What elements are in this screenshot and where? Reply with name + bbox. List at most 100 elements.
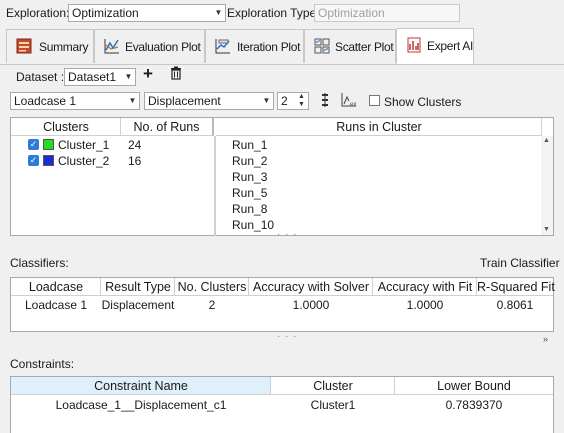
checkbox-checked-icon[interactable]: ✓ — [28, 139, 39, 150]
dataset-select[interactable]: Dataset1 ▼ — [64, 68, 136, 86]
list-item[interactable]: Run_5 — [232, 186, 267, 200]
list-item[interactable]: Run_3 — [232, 170, 267, 184]
color-swatch — [43, 139, 54, 150]
constraints-label: Constraints: — [10, 357, 75, 371]
classifier-col-header[interactable]: Accuracy with Solver — [249, 278, 373, 296]
tab-scatter-plot[interactable]: Scatter Plot — [304, 29, 396, 63]
classifiers-label: Classifiers: — [10, 256, 69, 270]
constraint-name-header[interactable]: Constraint Name — [11, 377, 271, 395]
delete-dataset-button[interactable] — [170, 66, 182, 83]
summary-icon — [16, 38, 32, 54]
runs-in-cluster-header[interactable]: Runs in Cluster — [216, 118, 542, 136]
cluster-name: Cluster_1 — [58, 138, 110, 152]
list-item[interactable]: Run_10 — [232, 218, 274, 232]
classifier-col-header[interactable]: Accuracy with Fit — [373, 278, 477, 296]
chart-analyze-icon: ex — [341, 93, 356, 108]
tab-summary[interactable]: Summary — [6, 29, 94, 63]
exploration-select[interactable]: Optimization ▼ — [68, 4, 226, 22]
list-item[interactable]: Run_2 — [232, 154, 267, 168]
loadcase-value: Loadcase 1 — [14, 94, 77, 108]
tab-evaluation-plot-label: Evaluation Plot — [125, 40, 201, 54]
table-cell: Loadcase 1 — [24, 298, 88, 312]
tab-evaluation-plot[interactable]: Evaluation Plot — [94, 29, 205, 63]
analyze-button[interactable]: ex — [340, 92, 357, 111]
clusters-column-header[interactable]: Clusters — [11, 118, 121, 136]
cluster-runs: 24 — [128, 138, 142, 152]
chevron-down-icon: ▼ — [124, 72, 133, 81]
classifier-col-header[interactable]: R-Squared Fit — [477, 278, 555, 296]
table-row[interactable]: Loadcase_1__Displacement_c1 Cluster1 0.7… — [11, 397, 553, 413]
dataset-value: Dataset1 — [68, 70, 117, 84]
table-cell: 2 — [208, 298, 216, 312]
result-type-select[interactable]: Displacement ▼ — [144, 92, 274, 110]
tab-scatter-plot-label: Scatter Plot — [335, 40, 394, 54]
train-classifier-button[interactable]: Train Classifier — [480, 256, 560, 270]
list-item[interactable]: Run_1 — [232, 138, 267, 152]
color-swatch — [43, 155, 54, 166]
show-clusters-checkbox[interactable] — [369, 95, 380, 106]
checkbox-checked-icon[interactable]: ✓ — [28, 155, 39, 166]
tab-summary-label: Summary — [39, 40, 89, 54]
header-label: Constraint Name — [94, 379, 188, 393]
exploration-type-label: Exploration Type: — [227, 6, 320, 20]
chevron-down-icon: ▼ — [214, 8, 223, 17]
classifiers-table: Loadcase Result Type No. Clusters Accura… — [10, 277, 555, 332]
loadcase-select[interactable]: Loadcase 1 ▼ — [10, 92, 140, 110]
table-cell: Displacement — [101, 298, 175, 312]
show-clusters-label: Show Clusters — [384, 95, 462, 109]
list-item[interactable]: Run_8 — [232, 202, 267, 216]
clusters-panel: Clusters No. of Runs Runs in Cluster ✓ C… — [10, 117, 554, 236]
table-cell: 1.0000 — [292, 298, 330, 312]
splitter-handle-icon[interactable]: · · · — [277, 331, 298, 342]
runs-scrollbar[interactable]: ▲ ▼ — [541, 136, 553, 235]
table-row[interactable]: ✓ Cluster_2 16 — [11, 153, 214, 169]
runs-count-column-header[interactable]: No. of Runs — [121, 118, 214, 136]
chevron-down-icon: ▼ — [262, 96, 271, 105]
list-options-icon — [322, 93, 328, 107]
result-type-value: Displacement — [148, 94, 221, 108]
classifier-col-header[interactable]: Loadcase — [11, 278, 101, 296]
trash-icon — [171, 66, 181, 80]
svg-text:ex: ex — [350, 102, 356, 108]
scroll-up-icon[interactable]: ▲ — [543, 137, 550, 144]
constraint-lower-bound-header[interactable]: Lower Bound — [395, 377, 553, 395]
table-cell: Cluster1 — [310, 398, 356, 412]
tab-iteration-plot-label: Iteration Plot — [237, 40, 301, 54]
table-cell: Loadcase_1__Displacement_c1 — [55, 398, 227, 412]
tab-expert-ai[interactable]: Expert AI — [396, 28, 474, 64]
runs-in-cluster-header-label: Runs in Cluster — [336, 120, 422, 134]
scroll-down-icon[interactable]: ▼ — [543, 226, 550, 233]
table-cell: 0.7839370 — [445, 398, 503, 412]
header-label: Result Type — [105, 280, 171, 294]
cluster-options-button[interactable] — [321, 93, 329, 110]
expert-ai-icon — [407, 37, 421, 53]
cluster-runs: 16 — [128, 154, 142, 168]
classifier-col-header[interactable]: No. Clusters — [175, 278, 249, 296]
classifier-col-header[interactable]: Result Type — [101, 278, 175, 296]
stepper-arrows-icon[interactable]: ▲ ▼ — [295, 93, 308, 109]
clusters-count-stepper[interactable]: 2 ▲ ▼ — [277, 92, 309, 110]
splitter-handle-icon[interactable]: · · · — [277, 229, 298, 240]
exploration-value: Optimization — [72, 6, 139, 20]
exploration-label: Exploration: — [6, 6, 70, 20]
runs-count-header-label: No. of Runs — [133, 120, 200, 134]
tab-iteration-plot[interactable]: Iteration Plot — [205, 29, 304, 63]
table-cell: 1.0000 — [406, 298, 444, 312]
panel-splitter[interactable] — [214, 136, 216, 236]
header-label: Loadcase — [28, 280, 84, 294]
clusters-count-value: 2 — [281, 94, 288, 108]
table-row[interactable]: Loadcase 1 Displacement 2 1.0000 1.0000 … — [11, 297, 553, 313]
collapse-icon[interactable]: » — [543, 334, 548, 344]
table-cell: 0.8061 — [496, 298, 534, 312]
constraint-cluster-header[interactable]: Cluster — [271, 377, 395, 395]
iteration-plot-icon — [215, 39, 230, 54]
add-dataset-button[interactable]: + — [143, 64, 153, 84]
table-row[interactable]: ✓ Cluster_1 24 — [11, 137, 214, 153]
constraints-table: Constraint Name Cluster Lower Bound Load… — [10, 376, 554, 433]
exploration-type-value: Optimization — [318, 6, 385, 20]
header-label: R-Squared Fit — [477, 280, 555, 294]
clusters-header-label: Clusters — [43, 120, 89, 134]
scatter-plot-icon — [314, 38, 330, 54]
exploration-type-field: Optimization — [314, 4, 460, 22]
tab-expert-ai-label: Expert AI — [427, 39, 473, 53]
